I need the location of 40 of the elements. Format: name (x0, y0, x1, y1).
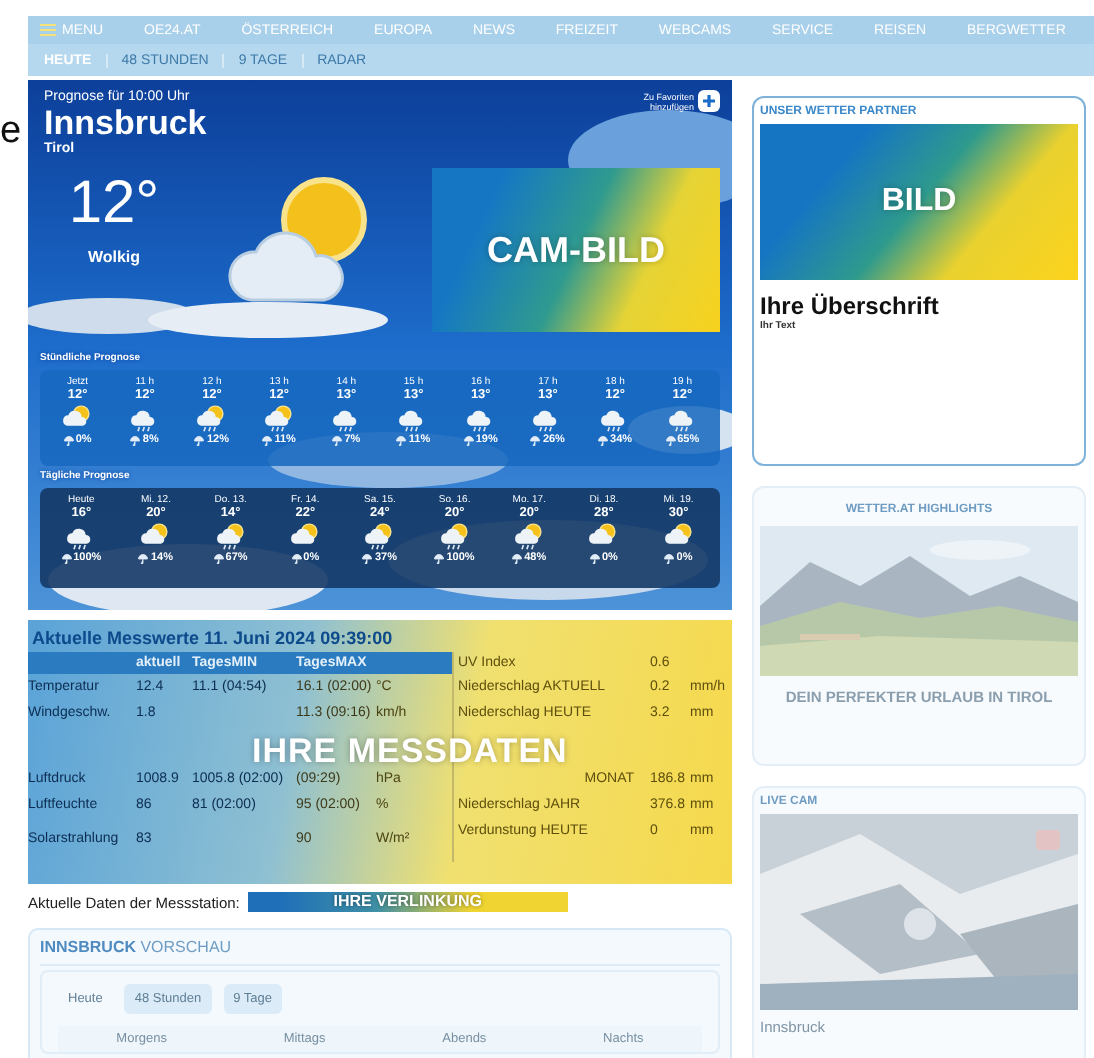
city-name: Innsbruck (44, 104, 209, 142)
sun-cloud-icon (288, 522, 323, 550)
umbrella-icon (138, 553, 149, 563)
umbrella-icon (463, 435, 474, 445)
overlay-text: IHRE MESSDATEN (252, 732, 568, 770)
umbrella-icon (665, 435, 676, 445)
sun-rain-cloud-icon (262, 404, 297, 432)
placeholder-label: BILD (881, 184, 957, 220)
umbrella-icon (332, 435, 343, 445)
umbrella-icon (194, 435, 205, 445)
temperature: 12° (68, 172, 160, 236)
sun-rain-cloud-icon (194, 404, 229, 432)
umbrella-icon (61, 553, 72, 563)
sun-cloud-icon (661, 522, 696, 550)
umbrella-icon (396, 435, 407, 445)
card-title: INNSBRUCK VORSCHAU (40, 938, 720, 966)
sun-cloud-icon (586, 522, 621, 550)
umbrella-icon (530, 435, 541, 445)
sun-rain-cloud-icon (437, 522, 472, 550)
umbrella-icon (589, 553, 600, 563)
umbrella-icon (63, 435, 74, 445)
plus-icon[interactable] (698, 90, 720, 112)
sun-cloud-icon (60, 404, 95, 432)
umbrella-icon (213, 553, 224, 563)
umbrella-icon (512, 553, 523, 563)
umbrella-icon (664, 553, 675, 563)
sun-cloud-icon (138, 522, 173, 550)
umbrella-icon (362, 553, 373, 563)
panel-title: Aktuelle Messwerte 11. Juni 2024 09:39:00 (30, 626, 395, 652)
condition: Wolkig (87, 248, 141, 266)
umbrella-icon (291, 553, 302, 563)
sun-rain-cloud-icon (362, 522, 397, 550)
umbrella-icon (434, 553, 445, 563)
umbrella-icon (598, 435, 609, 445)
sun-rain-cloud-icon (213, 522, 248, 550)
umbrella-icon (262, 435, 273, 445)
text-fragment: e (0, 112, 22, 150)
umbrella-icon (130, 435, 141, 445)
sun-rain-cloud-icon (512, 522, 547, 550)
card-title: Ihre Überschrift (760, 292, 941, 320)
